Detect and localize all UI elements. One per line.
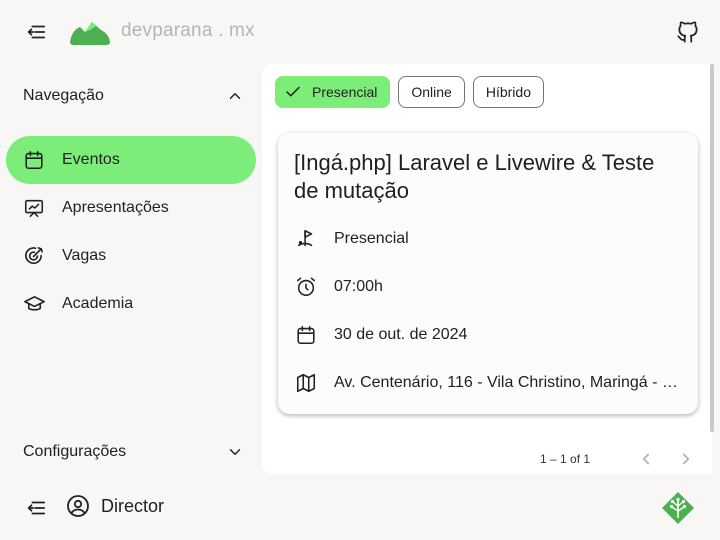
event-address: Av. Centenário, 116 - Vila Christino, Ma… [334, 374, 684, 391]
graduation-cap-icon [22, 292, 46, 316]
event-time: 07:00h [334, 278, 383, 295]
filter-chip-presencial[interactable]: Presencial [275, 76, 391, 108]
sidebar-item-label: Vagas [62, 247, 107, 264]
config-section-title: Configurações [23, 443, 127, 460]
tree-logo-icon [662, 492, 694, 524]
nav-section-title: Navegação [23, 87, 104, 104]
chevron-left-icon [642, 453, 650, 465]
menu-open-icon [27, 501, 46, 515]
nav-list: Eventos Apresentações Vagas Academia [6, 136, 256, 328]
main-content: Presencial Online Híbrido [Ingá.php] Lar… [262, 64, 712, 474]
previous-page-button[interactable] [634, 447, 658, 471]
filter-chip-label: Presencial [312, 84, 378, 100]
user-name: Director [101, 495, 165, 516]
sidebar: Navegação Eventos Apresentações Vagas Ac… [0, 64, 262, 540]
chevron-right-icon [682, 453, 690, 465]
paginator-range: 1 – 1 of 1 [540, 452, 591, 466]
next-page-button[interactable] [674, 447, 698, 471]
event-mode: Presencial [334, 230, 409, 247]
github-link[interactable] [670, 14, 706, 50]
event-time-row: 07:00h [294, 273, 684, 301]
sidebar-item-label: Apresentações [62, 199, 169, 216]
sidebar-item-eventos[interactable]: Eventos [6, 136, 256, 184]
account-circle-icon [67, 495, 89, 517]
menu-open-icon [27, 25, 46, 39]
event-title: [Ingá.php] Laravel e Livewire & Teste de… [294, 150, 655, 203]
alarm-clock-icon [294, 275, 318, 299]
event-date-row: 30 de out. de 2024 [294, 321, 684, 349]
paginator: 1 – 1 of 1 [262, 444, 712, 474]
config-section-header[interactable]: Configurações [0, 434, 262, 470]
sidebar-item-label: Eventos [62, 151, 120, 168]
menu-toggle-button[interactable] [20, 16, 52, 48]
filter-chip-label: Híbrido [485, 84, 531, 100]
brand-name: devparana . mx [121, 20, 255, 41]
sidebar-item-apresentacoes[interactable]: Apresentações [6, 184, 256, 232]
chevron-up-icon [229, 93, 241, 99]
map-icon [294, 371, 318, 395]
event-address-row: Av. Centenário, 116 - Vila Christino, Ma… [294, 369, 684, 397]
event-mode-row: Presencial [294, 225, 684, 253]
calendar-icon [22, 148, 46, 172]
filter-chip-online[interactable]: Online [398, 76, 465, 108]
nav-section-header[interactable]: Navegação [0, 78, 262, 114]
user-menu[interactable]: Director [66, 494, 164, 518]
sidebar-item-label: Academia [62, 295, 134, 312]
target-icon [22, 244, 46, 268]
sidebar-item-vagas[interactable]: Vagas [6, 232, 256, 280]
event-date: 30 de out. de 2024 [334, 326, 468, 343]
chevron-down-icon [229, 449, 241, 455]
top-app-bar: devparana . mx [0, 0, 720, 64]
sidebar-item-academia[interactable]: Academia [6, 280, 256, 328]
presentation-icon [22, 196, 46, 220]
bottom-bar: Director [0, 484, 720, 540]
event-card[interactable]: [Ingá.php] Laravel e Livewire & Teste de… [278, 133, 698, 414]
filter-chip-hibrido[interactable]: Híbrido [472, 76, 544, 108]
filter-chips: Presencial Online Híbrido [275, 76, 544, 108]
github-icon [677, 21, 698, 43]
collapse-sidebar-button[interactable] [20, 492, 52, 524]
golf-flag-icon [294, 227, 318, 251]
check-icon [284, 83, 302, 101]
calendar-icon [294, 323, 318, 347]
main-scrollbar[interactable] [710, 64, 714, 432]
brand-logo [70, 22, 110, 45]
filter-chip-label: Online [411, 84, 452, 100]
